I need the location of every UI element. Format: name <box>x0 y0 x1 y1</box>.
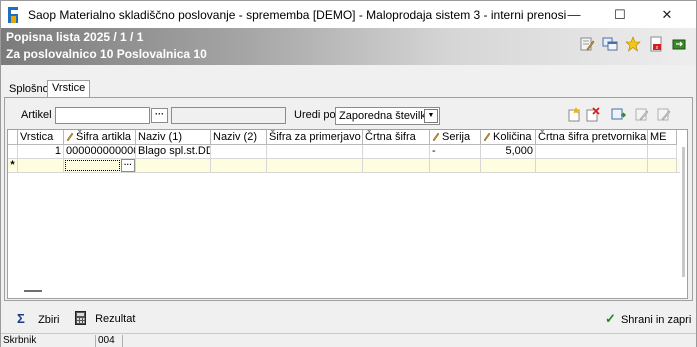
column-header-crtna-sifra-pretvornika[interactable]: Črtna šifra pretvornika <box>536 130 648 145</box>
cell-vrstica[interactable]: 1 <box>18 145 64 159</box>
column-header-naziv2[interactable]: Naziv (2) <box>211 130 267 145</box>
favorite-star-icon[interactable] <box>625 36 641 52</box>
exit-icon[interactable] <box>671 36 687 52</box>
cell-naziv1[interactable]: Blago spl.st.DDV <box>136 145 211 159</box>
vertical-scrollbar[interactable] <box>680 145 687 298</box>
editable-pencil-icon <box>483 132 491 141</box>
status-code: 004 <box>96 335 123 347</box>
close-button[interactable]: ✕ <box>644 1 690 28</box>
new-cell-naziv1[interactable] <box>136 159 211 173</box>
new-cell-vrstica[interactable] <box>18 159 64 173</box>
tab-splosno[interactable]: Splošno <box>5 82 53 97</box>
artikel-lookup-button[interactable]: ··· <box>151 108 168 123</box>
bottom-toolbar: Σ Zbiri Rezultat ✓ Shrani in zapri <box>1 305 696 333</box>
document-subtitle: Za poslovalnico 10 Poslovalnica 10 <box>6 47 207 61</box>
windows-list-icon[interactable] <box>602 36 618 52</box>
uredi-po-label: Uredi po <box>294 109 336 121</box>
column-header-serija-label: Serija <box>442 131 471 143</box>
title-bar: Saop Materialno skladiščno poslovanje - … <box>1 1 696 28</box>
sort-order-value: Zaporedna številka <box>339 110 432 122</box>
row-selector-header <box>8 130 18 145</box>
delete-row-icon[interactable] <box>585 107 600 122</box>
column-header-crtna-sifra[interactable]: Črtna šifra <box>363 130 430 145</box>
save-and-close-button[interactable]: ✓ Shrani in zapri <box>605 311 691 327</box>
new-cell-serija[interactable] <box>430 159 481 173</box>
column-header-sifra-artikla[interactable]: Šifra artikla <box>64 130 136 145</box>
tab-vrstice[interactable]: Vrstice <box>47 80 91 98</box>
calculator-icon <box>75 311 86 325</box>
chevron-down-icon[interactable]: ▼ <box>424 109 438 123</box>
cell-me[interactable] <box>648 145 677 159</box>
cell-sifra-artikla[interactable]: 0000000000001 <box>64 145 136 159</box>
window-title: Saop Materialno skladiščno poslovanje - … <box>28 8 567 22</box>
copy-edit-row-icon <box>657 108 671 121</box>
application-window: Saop Materialno skladiščno poslovanje - … <box>0 0 697 347</box>
edit-document-icon[interactable] <box>579 36 595 52</box>
sigma-icon: Σ <box>17 311 25 326</box>
column-header-sifra-primerjavo[interactable]: Šifra za primerjavo <box>267 130 363 145</box>
zbiri-button[interactable]: Σ Zbiri <box>17 311 59 327</box>
tab-strip: Splošno Vrstice <box>1 65 696 98</box>
column-header-serija[interactable]: Serija <box>430 130 481 145</box>
sort-order-select[interactable]: Zaporedna številka ▼ <box>335 107 440 125</box>
app-logo-icon <box>8 7 18 23</box>
maximize-button[interactable]: ☐ <box>597 1 643 28</box>
document-header: Popisna lista 2025 / 1 / 1 Za poslovalni… <box>1 28 696 65</box>
rows-grid: Vrstica Šifra artikla Naziv (1) Naziv (2… <box>7 129 688 299</box>
new-cell-sifra-primerjavo[interactable] <box>267 159 363 173</box>
cell-crtna-sifra-pretvornika[interactable] <box>536 145 648 159</box>
row-selector[interactable] <box>8 145 18 159</box>
new-cell-crtna-sifra-pretvornika[interactable] <box>536 159 648 173</box>
new-cell-me[interactable] <box>648 159 677 173</box>
new-row-marker[interactable]: * <box>8 159 18 173</box>
new-cell-naziv2[interactable] <box>211 159 267 173</box>
cell-kolicina[interactable]: 5,000 <box>481 145 536 159</box>
column-header-me[interactable]: ME <box>648 130 677 145</box>
column-header-kolicina-label: Količina <box>493 131 532 143</box>
vrstice-panel: Artikel ··· Uredi po Zaporedna številka … <box>4 97 693 301</box>
zbiri-label: Zbiri <box>38 314 60 326</box>
artikel-input[interactable] <box>55 107 150 124</box>
new-cell-kolicina[interactable] <box>481 159 536 173</box>
horizontal-scrollbar-thumb[interactable] <box>24 290 42 292</box>
cell-naziv2[interactable] <box>211 145 267 159</box>
status-bar: Skrbnik 004 <box>1 333 696 347</box>
cell-sifra-primerjavo[interactable] <box>267 145 363 159</box>
vertical-scrollbar-thumb[interactable] <box>682 147 685 277</box>
import-rows-icon[interactable] <box>611 107 626 122</box>
editable-pencil-icon <box>432 132 440 141</box>
checkmark-icon: ✓ <box>605 311 616 326</box>
rezultat-button[interactable]: Rezultat <box>75 311 135 327</box>
cell-serija[interactable]: - <box>430 145 481 159</box>
add-row-icon[interactable] <box>567 107 582 122</box>
column-header-sifra-label: Šifra artikla <box>76 131 132 143</box>
pdf-export-icon[interactable]: x <box>648 36 664 52</box>
edit-row-icon <box>635 108 649 121</box>
new-cell-crtna-sifra[interactable] <box>363 159 430 173</box>
minimize-button[interactable]: — <box>551 1 597 28</box>
status-user: Skrbnik <box>1 335 96 347</box>
column-header-kolicina[interactable]: Količina <box>481 130 536 145</box>
column-header-naziv1[interactable]: Naziv (1) <box>136 130 211 145</box>
artikel-label: Artikel <box>21 109 52 121</box>
sifra-lookup-button[interactable]: ··· <box>121 159 135 172</box>
artikel-name-display <box>171 107 286 124</box>
new-cell-input[interactable] <box>65 160 120 171</box>
column-header-vrstica[interactable]: Vrstica <box>18 130 64 145</box>
save-and-close-label: Shrani in zapri <box>620 314 692 326</box>
new-cell-sifra-artikla[interactable]: ··· <box>64 159 136 173</box>
editable-pencil-icon <box>66 132 74 141</box>
rezultat-label: Rezultat <box>95 313 136 325</box>
document-title: Popisna lista 2025 / 1 / 1 <box>6 30 144 44</box>
cell-crtna-sifra[interactable] <box>363 145 430 159</box>
